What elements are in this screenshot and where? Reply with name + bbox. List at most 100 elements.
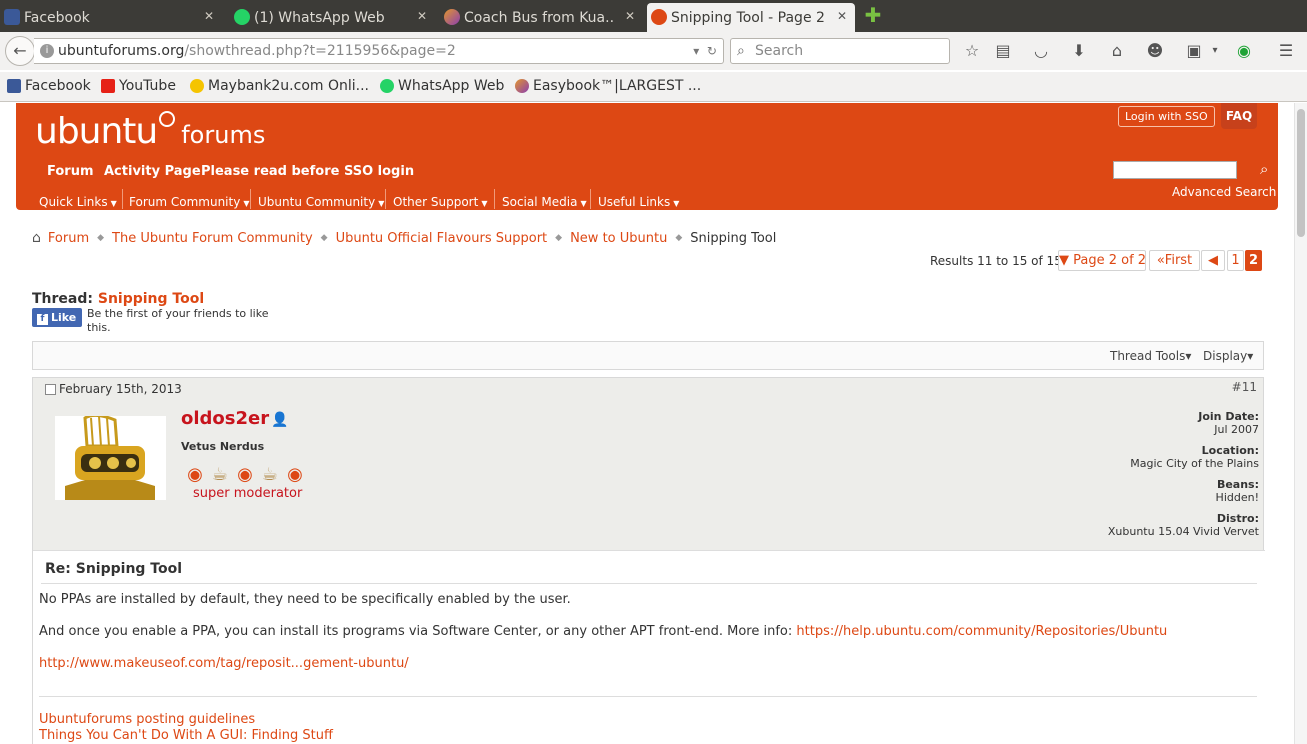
- close-icon[interactable]: ✕: [204, 9, 214, 23]
- forum-search-input[interactable]: [1113, 161, 1237, 179]
- user-rank: super moderator: [193, 486, 303, 501]
- screenshot-icon[interactable]: ▣: [1183, 40, 1205, 62]
- user-online-status-icon: 👤: [271, 412, 289, 428]
- tab-facebook[interactable]: Facebook ✕: [0, 3, 222, 32]
- breadcrumb-separator-icon: ◆: [555, 233, 563, 243]
- double-left-icon: «: [1156, 253, 1165, 268]
- menu-divider: [590, 189, 591, 209]
- nav-sso-notice[interactable]: Please read before SSO login: [201, 164, 414, 179]
- search-input[interactable]: ⌕ Search: [730, 38, 950, 64]
- left-arrow-icon: ◀: [1208, 253, 1218, 268]
- home-icon[interactable]: ⌂: [32, 230, 41, 246]
- breadcrumb-forum-community[interactable]: The Ubuntu Forum Community: [112, 231, 313, 246]
- search-icon[interactable]: ⌕: [1260, 160, 1268, 178]
- menu-quick-links[interactable]: Quick Links ▼: [39, 195, 117, 209]
- coffee-cup-icon: ☕: [211, 464, 229, 485]
- tab-whatsapp[interactable]: (1) WhatsApp Web ✕: [230, 3, 435, 32]
- menu-divider: [385, 189, 386, 209]
- username-link[interactable]: oldos2er: [181, 408, 269, 429]
- like-social-text: Be the first of your friends to like thi…: [87, 307, 269, 334]
- url-bar[interactable]: i ubuntuforums.org/showthread.php?t=2115…: [34, 38, 724, 64]
- location-block: Location: Magic City of the Plains: [1130, 444, 1259, 470]
- logo-subtext: forums: [181, 121, 266, 149]
- caret-down-icon: ▼: [378, 199, 385, 208]
- close-icon[interactable]: ✕: [417, 9, 427, 23]
- reload-icon[interactable]: ▾ ↻: [693, 39, 717, 63]
- signature-link-finding-stuff[interactable]: Things You Can't Do With A GUI: Finding …: [39, 728, 333, 743]
- breadcrumb-flavours-support[interactable]: Ubuntu Official Flavours Support: [336, 231, 548, 246]
- bookmark-facebook[interactable]: Facebook: [7, 78, 91, 94]
- menu-ubuntu-community[interactable]: Ubuntu Community ▼: [258, 195, 384, 209]
- user-title: Vetus Nerdus: [181, 440, 265, 453]
- menu-label: Quick Links: [39, 195, 108, 209]
- close-icon[interactable]: ✕: [625, 9, 635, 23]
- advanced-search-link[interactable]: Advanced Search: [1172, 185, 1276, 199]
- tab-title: (1) WhatsApp Web: [254, 9, 385, 26]
- chat-icon[interactable]: ☻: [1144, 40, 1166, 62]
- thread-tools-menu[interactable]: Thread Tools▾: [1110, 349, 1191, 363]
- nav-forum[interactable]: Forum: [47, 164, 94, 179]
- caret-down-icon: ▼: [673, 199, 680, 208]
- post-title: Re: Snipping Tool: [45, 561, 183, 577]
- display-menu[interactable]: Display▾: [1203, 349, 1253, 363]
- bookmark-easybook[interactable]: Easybook™|LARGEST ...: [515, 78, 701, 94]
- new-tab-icon[interactable]: ✚: [863, 5, 883, 25]
- login-sso-button[interactable]: Login with SSO: [1118, 106, 1215, 127]
- makeuseof-link[interactable]: http://www.makeuseof.com/tag/reposit...g…: [39, 656, 409, 671]
- pocket-icon[interactable]: ◡: [1030, 40, 1052, 62]
- tab-snipping-tool[interactable]: Snipping Tool - Page 2 ✕: [647, 3, 855, 32]
- repositories-link[interactable]: https://help.ubuntu.com/community/Reposi…: [796, 624, 1167, 639]
- tab-coach-bus[interactable]: Coach Bus from Kua... ✕: [440, 3, 643, 32]
- reading-list-icon[interactable]: ▤: [992, 40, 1014, 62]
- first-label: First: [1164, 253, 1193, 268]
- tab-strip: Facebook ✕ (1) WhatsApp Web ✕ Coach Bus …: [0, 0, 1307, 32]
- menu-useful-links[interactable]: Useful Links ▼: [598, 195, 679, 209]
- breadcrumb-forum[interactable]: Forum: [48, 231, 89, 246]
- bookmark-star-icon[interactable]: ☆: [961, 40, 983, 62]
- bookmark-whatsapp[interactable]: WhatsApp Web: [380, 78, 504, 94]
- menu-other-support[interactable]: Other Support ▼: [393, 195, 487, 209]
- post-11: February 15th, 2013 #11 oldos2er 👤 Vetus…: [32, 377, 1265, 744]
- download-icon[interactable]: ⬇: [1068, 40, 1090, 62]
- robot-avatar-icon: [55, 416, 166, 500]
- bookmark-youtube[interactable]: YouTube: [101, 78, 176, 94]
- logo-text: ubuntu: [35, 111, 158, 152]
- menu-social-media[interactable]: Social Media ▼: [502, 195, 587, 209]
- post-number-link[interactable]: #11: [1232, 380, 1257, 394]
- avatar[interactable]: [55, 416, 166, 500]
- nav-activity-page[interactable]: Activity Page: [104, 164, 201, 179]
- site-info-icon[interactable]: i: [40, 44, 54, 58]
- caret-down-icon: ▼: [1059, 253, 1074, 268]
- menu-icon[interactable]: ☰: [1275, 40, 1297, 62]
- first-page-button[interactable]: «First: [1149, 250, 1200, 271]
- post-select-checkbox[interactable]: [45, 384, 56, 395]
- page-scrollbar[interactable]: [1294, 103, 1307, 744]
- signature-link-guidelines[interactable]: Ubuntuforums posting guidelines: [39, 712, 255, 727]
- close-icon[interactable]: ✕: [837, 9, 847, 23]
- distro-value: Xubuntu 15.04 Vivid Vervet: [1107, 525, 1259, 538]
- chevron-down-icon[interactable]: ▾: [1204, 40, 1226, 62]
- back-button[interactable]: ←: [5, 36, 35, 66]
- coffee-cup-icon: ☕: [261, 464, 279, 485]
- menu-label: Other Support: [393, 195, 479, 209]
- menu-forum-community[interactable]: Forum Community ▼: [129, 195, 249, 209]
- caret-down-icon: ▾: [1247, 349, 1254, 363]
- page-1-button[interactable]: 1: [1227, 250, 1244, 271]
- thread-title[interactable]: Snipping Tool: [98, 291, 204, 307]
- results-count: Results 11 to 15 of 15: [930, 254, 1062, 268]
- join-date-value: Jul 2007: [1214, 423, 1259, 436]
- addon-icon[interactable]: ◉: [1233, 40, 1255, 62]
- scrollbar-thumb[interactable]: [1297, 109, 1305, 237]
- ubuntu-badge-icon: ◉: [287, 464, 303, 485]
- facebook-like-button[interactable]: f Like: [32, 308, 82, 327]
- breadcrumb-new-to-ubuntu[interactable]: New to Ubuntu: [570, 231, 667, 246]
- page-jump-dropdown[interactable]: ▼ Page 2 of 2: [1058, 250, 1146, 271]
- faq-button[interactable]: FAQ: [1221, 103, 1257, 129]
- post-date: February 15th, 2013: [59, 382, 182, 396]
- home-icon[interactable]: ⌂: [1106, 40, 1128, 62]
- prev-page-button[interactable]: ◀: [1201, 250, 1225, 271]
- menu-divider: [494, 189, 495, 209]
- thread-tools-label: Thread Tools: [1110, 349, 1186, 363]
- bookmark-maybank[interactable]: Maybank2u.com Onli...: [190, 78, 369, 94]
- ubuntu-forums-logo[interactable]: ubuntu forums: [35, 111, 265, 152]
